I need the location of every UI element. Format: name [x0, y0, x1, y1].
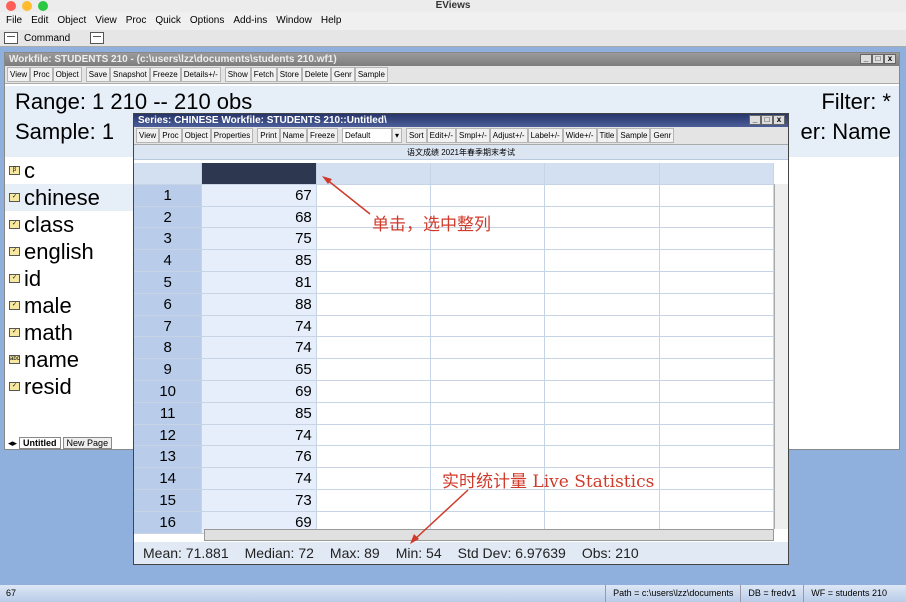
status-message: 67: [6, 588, 17, 598]
status-path: Path = c:\users\lzz\documents: [605, 585, 740, 602]
annotation-arrows: [322, 176, 469, 544]
status-wf: WF = students 210: [803, 585, 894, 602]
annotation-click: 单击，选中整列: [372, 215, 491, 235]
annotation-live: 实时统计量 Live Statistics: [442, 472, 655, 492]
status-bar: 67 Path = c:\users\lzz\documents DB = fre…: [0, 585, 906, 602]
status-db: DB = fredv1: [740, 585, 803, 602]
